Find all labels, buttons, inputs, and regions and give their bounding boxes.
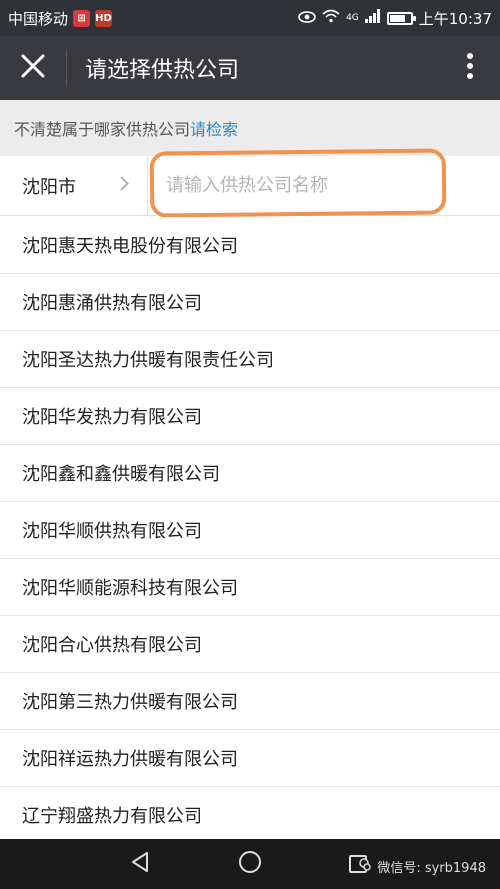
notification-badge-icon: ⊞ [73,9,91,27]
back-button[interactable] [112,839,168,889]
battery-icon [386,11,416,25]
wechat-watermark: 微信号: syrb1948 [349,854,486,878]
list-item[interactable]: 沈阳鑫和鑫供暖有限公司 [0,445,500,502]
network-type-label: 4G [346,13,359,23]
back-icon [129,851,151,877]
title-bar: 请选择供热公司 [0,36,500,100]
carrier-name: 中国移动 [8,9,69,28]
more-options-button[interactable] [440,36,500,100]
list-item[interactable]: 沈阳惠涌供热有限公司 [0,274,500,331]
list-item[interactable]: 沈阳华发热力有限公司 [0,388,500,445]
recents-icon [349,854,372,878]
hd-badge-icon: HD [95,9,113,27]
system-nav-bar: 微信号: syrb1948 [0,839,500,889]
search-help-link[interactable]: 请检索 [190,116,238,140]
list-item[interactable]: 沈阳第三热力供暖有限公司 [0,673,500,730]
city-selector[interactable]: 沈阳市 [0,155,148,216]
close-button[interactable] [0,36,66,100]
company-search-input[interactable] [148,155,500,216]
search-hint: 不清楚属于哪家供热公司 请检索 [0,100,500,156]
company-list: 沈阳惠天热电股份有限公司 沈阳惠涌供热有限公司 沈阳圣达热力供暖有限责任公司 沈… [0,217,500,844]
hint-text: 不清楚属于哪家供热公司 [14,120,191,139]
chevron-right-icon [120,175,129,196]
list-item[interactable]: 沈阳合心供热有限公司 [0,616,500,673]
more-vertical-icon [466,52,474,84]
list-item[interactable]: 沈阳华顺供热有限公司 [0,502,500,559]
battery-level [389,14,405,22]
list-item[interactable]: 沈阳圣达热力供暖有限责任公司 [0,331,500,388]
wifi-icon [322,9,340,27]
signal-icon [364,9,381,27]
page-title: 请选择供热公司 [85,58,240,83]
home-icon [238,850,262,878]
city-label: 沈阳市 [22,176,76,198]
list-item[interactable]: 沈阳惠天热电股份有限公司 [0,217,500,274]
list-item[interactable]: 沈阳祥运热力供暖有限公司 [0,730,500,787]
list-item[interactable]: 辽宁翔盛热力有限公司 [0,787,500,844]
clock: 上午10:37 [418,9,492,28]
list-item[interactable]: 沈阳华顺能源科技有限公司 [0,559,500,616]
home-button[interactable] [222,839,278,889]
close-icon [21,54,45,82]
status-bar: 中国移动 ⊞ HD 4G 上午10:37 [0,0,500,36]
watermark-text: 微信号: syrb1948 [377,860,486,876]
search-row: 沈阳市 [0,155,500,216]
status-right: 4G 上午10:37 [298,8,492,29]
eye-icon [298,9,316,27]
status-left: 中国移动 ⊞ HD [8,8,113,29]
